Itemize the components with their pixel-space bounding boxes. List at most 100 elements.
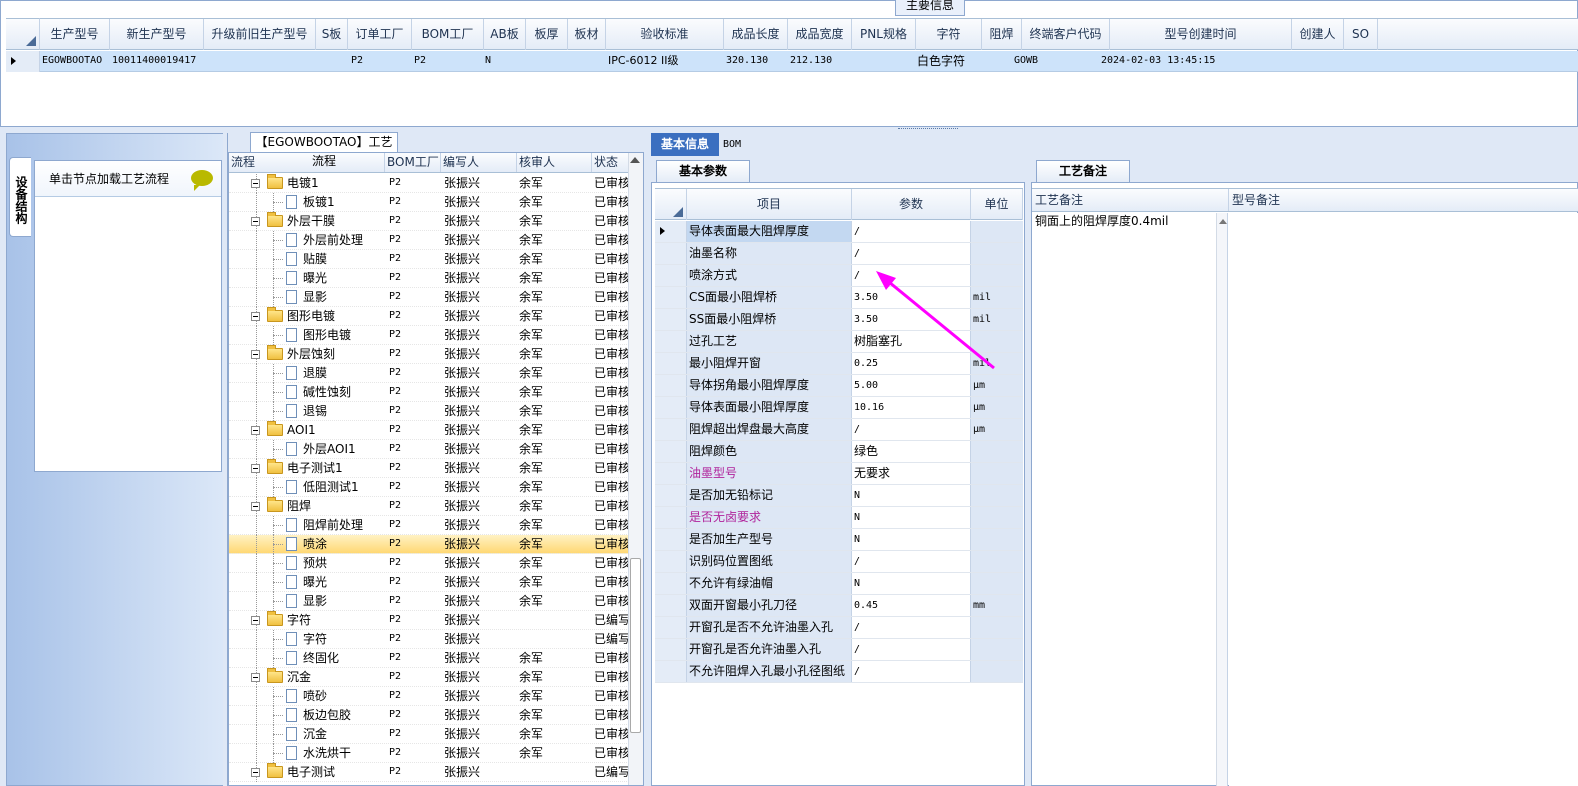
col-header-length[interactable]: 成品长度: [724, 19, 788, 50]
tree-row[interactable]: 外层干膜 P2 张振兴 余军 已审核: [229, 212, 629, 231]
process-remark-text[interactable]: 铜面上的阻焊厚度0.4mil: [1035, 213, 1215, 229]
param-row[interactable]: 不允许有绿油帽 N: [655, 573, 1023, 595]
tree-row[interactable]: AOI1 P2 张振兴 余军 已审核: [229, 421, 629, 440]
tree-row[interactable]: 曝光 P2 张振兴 余军 已审核: [229, 573, 629, 592]
tree-row[interactable]: 喷涂 P2 张振兴 余军 已审核: [229, 535, 629, 554]
tree-row[interactable]: 低阻测试1 P2 张振兴 余军 已审核: [229, 478, 629, 497]
param-row[interactable]: 导体表面最小阻焊厚度 10.16 μm: [655, 397, 1023, 419]
row-indicator[interactable]: [655, 419, 687, 440]
col-header-writer[interactable]: 编写人: [441, 153, 517, 172]
param-value[interactable]: /: [852, 551, 971, 572]
col-header-so[interactable]: SO: [1344, 19, 1378, 50]
col-header-model-remark[interactable]: 型号备注: [1229, 189, 1578, 211]
tree-row[interactable]: 喷砂 P2 张振兴 余军 已审核: [229, 687, 629, 706]
param-row[interactable]: 最小阻焊开窗 0.25 mil: [655, 353, 1023, 375]
param-row[interactable]: 导体拐角最小阻焊厚度 5.00 μm: [655, 375, 1023, 397]
col-header-param[interactable]: 参数: [852, 189, 971, 220]
collapse-icon[interactable]: [251, 673, 260, 682]
col-header-created-time[interactable]: 型号创建时间: [1110, 19, 1292, 50]
col-header-thickness[interactable]: 板厚: [526, 19, 568, 50]
row-indicator[interactable]: [655, 265, 687, 286]
row-indicator[interactable]: [655, 639, 687, 660]
col-header-char[interactable]: 字符: [916, 19, 982, 50]
col-header-creator[interactable]: 创建人: [1292, 19, 1344, 50]
tree-row[interactable]: 预烘 P2 张振兴 余军 已审核: [229, 554, 629, 573]
row-indicator[interactable]: [655, 661, 687, 682]
col-header-model[interactable]: 生产型号: [40, 19, 110, 50]
collapse-icon[interactable]: [251, 464, 260, 473]
param-row[interactable]: 阻焊颜色 绿色: [655, 441, 1023, 463]
master-grid-corner[interactable]: [6, 18, 40, 50]
row-indicator[interactable]: [655, 309, 687, 330]
col-header-customer-code[interactable]: 终端客户代码: [1022, 19, 1110, 50]
row-indicator[interactable]: [655, 595, 687, 616]
param-value[interactable]: N: [852, 507, 971, 528]
tree-row[interactable]: 阻焊前处理 P2 张振兴 余军 已审核: [229, 516, 629, 535]
param-row[interactable]: 开窗孔是否允许油墨入孔 /: [655, 639, 1023, 661]
tree-row[interactable]: 板边包胶 P2 张振兴 余军 已审核: [229, 706, 629, 725]
param-value[interactable]: 绿色: [852, 441, 971, 462]
tree-row[interactable]: 阻焊 P2 张振兴 余军 已审核: [229, 497, 629, 516]
param-row[interactable]: 是否加无铅标记 N: [655, 485, 1023, 507]
param-value[interactable]: /: [852, 265, 971, 286]
param-row[interactable]: 阻焊超出焊盘最大高度 / μm: [655, 419, 1023, 441]
tree-row[interactable]: 水洗烘干 P2 张振兴 余军 已审核: [229, 744, 629, 763]
tree-row[interactable]: 图形电镀 P2 张振兴 余军 已审核: [229, 326, 629, 345]
param-row[interactable]: 油墨型号 无要求: [655, 463, 1023, 485]
row-indicator[interactable]: [655, 617, 687, 638]
tree-row[interactable]: 退膜 P2 张振兴 余军 已审核: [229, 364, 629, 383]
tree-row[interactable]: 显影 P2 张振兴 余军 已审核: [229, 592, 629, 611]
param-value[interactable]: 10.16: [852, 397, 971, 418]
tree-row[interactable]: 沉金 P2 张振兴 余军 已审核: [229, 725, 629, 744]
row-indicator[interactable]: [655, 397, 687, 418]
row-indicator[interactable]: [655, 573, 687, 594]
row-indicator[interactable]: [655, 485, 687, 506]
tree-row[interactable]: 曝光 P2 张振兴 余军 已审核: [229, 269, 629, 288]
row-indicator[interactable]: [655, 331, 687, 352]
master-grid-row[interactable]: EGOWBOOTAO 10011400019417 P2 P2 N IPC-60…: [6, 51, 1578, 72]
col-header-bom-factory[interactable]: BOM工厂: [412, 19, 484, 50]
collapse-icon[interactable]: [251, 179, 260, 188]
tree-row[interactable]: 贴膜 P2 张振兴 余军 已审核: [229, 250, 629, 269]
col-header-process-remark[interactable]: 工艺备注: [1032, 189, 1229, 211]
tab-basic-info[interactable]: 基本信息: [651, 133, 719, 156]
param-value[interactable]: 0.25: [852, 353, 971, 374]
param-value[interactable]: N: [852, 485, 971, 506]
collapse-icon[interactable]: [251, 312, 260, 321]
col-header-width[interactable]: 成品宽度: [788, 19, 852, 50]
param-row[interactable]: 双面开窗最小孔刀径 0.45 mm: [655, 595, 1023, 617]
param-value[interactable]: /: [852, 617, 971, 638]
tree-row[interactable]: 字符 P2 张振兴 已编写: [229, 611, 629, 630]
remark-scrollbar[interactable]: [1216, 213, 1228, 786]
col-header-status[interactable]: 状态: [592, 153, 629, 172]
param-row[interactable]: 是否加生产型号 N: [655, 529, 1023, 551]
scroll-up-icon[interactable]: [630, 157, 640, 163]
horizontal-splitter[interactable]: [0, 127, 1578, 132]
param-row[interactable]: 是否无卤要求 N: [655, 507, 1023, 529]
row-indicator[interactable]: [655, 287, 687, 308]
model-remark-text[interactable]: [1229, 213, 1578, 786]
param-value[interactable]: 3.50: [852, 287, 971, 308]
param-row[interactable]: 油墨名称 /: [655, 243, 1023, 265]
row-indicator[interactable]: [655, 221, 687, 242]
param-row[interactable]: 导体表面最大阻焊厚度 /: [655, 221, 1023, 243]
param-value[interactable]: /: [852, 661, 971, 682]
col-header-order-factory[interactable]: 订单工厂: [348, 19, 412, 50]
tab-equipment-structure[interactable]: 设备结构: [9, 157, 31, 237]
param-value[interactable]: 树脂塞孔: [852, 331, 971, 352]
param-value[interactable]: N: [852, 573, 971, 594]
param-value[interactable]: 5.00: [852, 375, 971, 396]
col-header-material[interactable]: 板材: [568, 19, 606, 50]
left-vertical-splitter[interactable]: [223, 133, 227, 786]
tree-row[interactable]: 电子测试 P2 张振兴 已编写: [229, 763, 629, 782]
param-row[interactable]: 不允许阻焊入孔最小孔径图纸 /: [655, 661, 1023, 683]
load-process-header[interactable]: 单击节点加载工艺流程: [35, 161, 221, 197]
col-header-pnl[interactable]: PNL规格: [852, 19, 916, 50]
tree-row[interactable]: 字符 P2 张振兴 已编写: [229, 630, 629, 649]
col-header-item[interactable]: 项目: [687, 189, 852, 220]
tree-row[interactable]: 电镀1 P2 张振兴 余军 已审核: [229, 174, 629, 193]
param-row[interactable]: SS面最小阻焊桥 3.50 mil: [655, 309, 1023, 331]
param-row[interactable]: 识别码位置图纸 /: [655, 551, 1023, 573]
tree-row[interactable]: 外层AOI1 P2 张振兴 余军 已审核: [229, 440, 629, 459]
tree-row[interactable]: 外层前处理 P2 张振兴 余军 已审核: [229, 231, 629, 250]
